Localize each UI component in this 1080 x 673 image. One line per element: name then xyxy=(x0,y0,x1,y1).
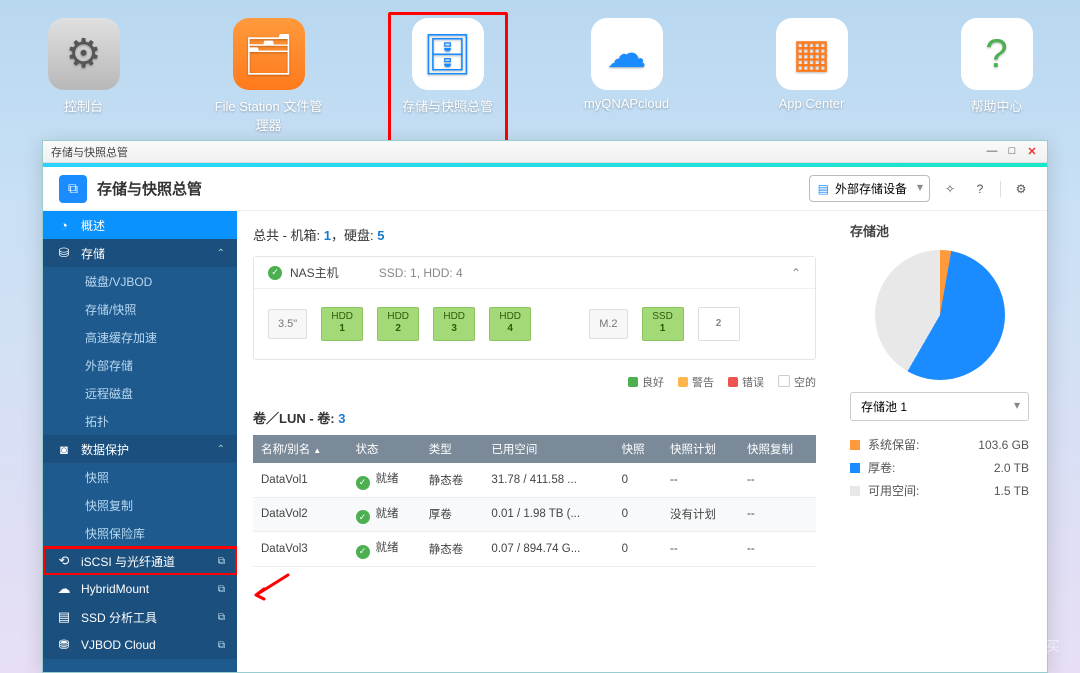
sidebar-item-external[interactable]: 外部存储 xyxy=(43,351,237,379)
sidebar-item-ssd-tool[interactable]: ▤SSD 分析工具⧉ xyxy=(43,603,237,631)
maximize-button[interactable]: □ xyxy=(1005,145,1019,158)
camera-icon: ◙ xyxy=(55,442,73,457)
watermark: 值什么值得买 xyxy=(958,633,1060,659)
help-icon[interactable]: ? xyxy=(970,179,990,199)
sidebar-item-vjbod-cloud[interactable]: ⛃VJBOD Cloud⧉ xyxy=(43,631,237,659)
table-row[interactable]: DataVol3✓就绪静态卷0.07 / 894.74 G...0---- xyxy=(253,532,816,567)
external-device-dropdown[interactable]: ▤外部存储设备 xyxy=(809,175,930,202)
aside-row: 厚卷:2.0 TB xyxy=(850,456,1029,479)
col-snap[interactable]: 快照 xyxy=(614,435,662,463)
help-icon: ? xyxy=(961,18,1033,90)
chevron-up-icon: ⌃ xyxy=(217,444,225,455)
external-link-icon: ⧉ xyxy=(218,612,225,623)
app-logo-icon: ⧉ xyxy=(59,175,87,203)
storage-pie-chart xyxy=(875,250,1005,380)
sidebar-item-disks[interactable]: 磁盘/VJBOD xyxy=(43,267,237,295)
iscsi-icon: ⟲ xyxy=(55,553,73,569)
sidebar-item-storage[interactable]: ⛁存储⌃ xyxy=(43,239,237,267)
sidebar-item-snapshot-copy[interactable]: 快照复制 xyxy=(43,491,237,519)
disk-slot[interactable]: HDD1 xyxy=(321,307,363,341)
disk-slot[interactable]: HDD2 xyxy=(377,307,419,341)
summary-row: 总共 - 机箱: 1，硬盘: 5 xyxy=(253,221,816,256)
host-panel: ✓ NAS主机 SSD: 1, HDD: 4 ⌃ 3.5" HDD1 HDD2 … xyxy=(253,256,816,360)
cloud-icon: ☁ xyxy=(591,18,663,90)
sidebar-item-cache[interactable]: 高速缓存加速 xyxy=(43,323,237,351)
titlebar[interactable]: 存储与快照总管 — □ ✕ xyxy=(43,141,1047,163)
aside-storage-pool: 存储池 存储池 1 系统保留:103.6 GB厚卷:2.0 TB可用空间:1.5… xyxy=(832,211,1047,672)
main-content: 总共 - 机箱: 1，硬盘: 5 ✓ NAS主机 SSD: 1, HDD: 4 … xyxy=(237,211,832,672)
aside-row: 系统保留:103.6 GB xyxy=(850,433,1029,456)
col-status[interactable]: 状态 xyxy=(348,435,421,463)
desktop-icon-appcenter[interactable]: ▦App Center xyxy=(752,18,872,140)
sidebar-item-storage-snapshot[interactable]: 存储/快照 xyxy=(43,295,237,323)
desktop-icon-control[interactable]: ⚙控制台 xyxy=(24,18,144,140)
disk-slot-empty[interactable]: 2 xyxy=(698,307,740,341)
vjbod-icon: ⛃ xyxy=(55,637,73,653)
ssd-icon: ▤ xyxy=(55,609,73,625)
legend: 良好 警告 错误 空的 xyxy=(253,374,816,390)
disk-slot[interactable]: SSD1 xyxy=(642,307,684,341)
desktop-icon-myqnapcloud[interactable]: ☁myQNAPcloud xyxy=(567,18,687,140)
legend-warn: 警告 xyxy=(678,374,714,390)
sidebar-item-topology[interactable]: 拓扑 xyxy=(43,407,237,435)
folder-icon: 🗂 xyxy=(233,18,305,90)
external-link-icon: ⧉ xyxy=(218,556,225,567)
table-row[interactable]: DataVol1✓就绪静态卷31.78 / 411.58 ...0---- xyxy=(253,463,816,497)
close-button[interactable]: ✕ xyxy=(1025,145,1039,158)
sidebar-item-data-protect[interactable]: ◙数据保护⌃ xyxy=(43,435,237,463)
desktop-icon-help[interactable]: ?帮助中心 xyxy=(937,18,1057,140)
external-link-icon: ⧉ xyxy=(218,640,225,651)
desktop-icon-filestation[interactable]: 🗂File Station 文件管理器 xyxy=(209,18,329,140)
chevron-up-icon[interactable]: ⌃ xyxy=(791,266,801,280)
status-ok-icon: ✓ xyxy=(268,266,282,280)
bay-label-35: 3.5" xyxy=(268,309,307,339)
col-name[interactable]: 名称/别名▲ xyxy=(253,435,348,463)
aside-row: 可用空间:1.5 TB xyxy=(850,479,1029,502)
minimize-button[interactable]: — xyxy=(985,145,999,158)
app-window: 存储与快照总管 — □ ✕ ⧉ 存储与快照总管 ▤外部存储设备 ✧ ? ⚙ ◔概… xyxy=(42,140,1048,673)
sidebar-item-remote[interactable]: 远程磁盘 xyxy=(43,379,237,407)
sidebar-item-iscsi[interactable]: ⟲iSCSI 与光纤通道⧉ xyxy=(43,547,237,575)
app-header: ⧉ 存储与快照总管 ▤外部存储设备 ✧ ? ⚙ xyxy=(43,167,1047,211)
external-link-icon: ⧉ xyxy=(218,584,225,595)
col-rep[interactable]: 快照复制 xyxy=(739,435,816,463)
legend-free: 空的 xyxy=(778,374,816,390)
disk-slot[interactable]: HDD4 xyxy=(489,307,531,341)
gauge-icon: ◔ xyxy=(55,218,73,233)
col-type[interactable]: 类型 xyxy=(421,435,484,463)
gear-icon: ⚙ xyxy=(48,18,120,90)
settings-icon[interactable]: ⚙ xyxy=(1011,179,1031,199)
volumes-table: 名称/别名▲ 状态 类型 已用空间 快照 快照计划 快照复制 DataVol1✓… xyxy=(253,435,816,567)
legend-good: 良好 xyxy=(628,374,664,390)
disk-slot[interactable]: HDD3 xyxy=(433,307,475,341)
grid-icon: ▦ xyxy=(776,18,848,90)
desktop: ⚙控制台 🗂File Station 文件管理器 🗄存储与快照总管 ☁myQNA… xyxy=(0,0,1080,140)
volumes-section-title: 卷／LUN - 卷: 3 xyxy=(253,404,816,435)
database-icon: ⛁ xyxy=(55,245,73,261)
chevron-up-icon: ⌃ xyxy=(217,248,225,259)
pool-selector[interactable]: 存储池 1 xyxy=(850,392,1029,421)
sidebar-item-snapshot-vault[interactable]: 快照保险库 xyxy=(43,519,237,547)
sidebar: ◔概述 ⛁存储⌃ 磁盘/VJBOD 存储/快照 高速缓存加速 外部存储 远程磁盘… xyxy=(43,211,237,672)
sidebar-item-hybridmount[interactable]: ☁HybridMount⧉ xyxy=(43,575,237,603)
sidebar-item-snapshot[interactable]: 快照 xyxy=(43,463,237,491)
host-panel-header[interactable]: ✓ NAS主机 SSD: 1, HDD: 4 ⌃ xyxy=(254,257,815,289)
bay-label-m2: M.2 xyxy=(589,309,627,339)
table-row[interactable]: DataVol2✓就绪厚卷0.01 / 1.98 TB (...0没有计划-- xyxy=(253,497,816,532)
device-icon: ▤ xyxy=(818,182,829,196)
host-spec: SSD: 1, HDD: 4 xyxy=(379,266,463,280)
storage-icon: 🗄 xyxy=(412,18,484,90)
app-title: 存储与快照总管 xyxy=(97,178,202,199)
wand-icon[interactable]: ✧ xyxy=(940,179,960,199)
col-plan[interactable]: 快照计划 xyxy=(662,435,739,463)
host-name: NAS主机 xyxy=(290,264,339,281)
col-used[interactable]: 已用空间 xyxy=(483,435,613,463)
legend-err: 错误 xyxy=(728,374,764,390)
annotation-arrow xyxy=(250,573,290,603)
cloud-icon: ☁ xyxy=(55,581,73,597)
desktop-icon-storage[interactable]: 🗄存储与快照总管 xyxy=(388,12,508,146)
sidebar-item-overview[interactable]: ◔概述 xyxy=(43,211,237,239)
aside-title: 存储池 xyxy=(850,221,1029,240)
window-title: 存储与快照总管 xyxy=(51,144,128,160)
